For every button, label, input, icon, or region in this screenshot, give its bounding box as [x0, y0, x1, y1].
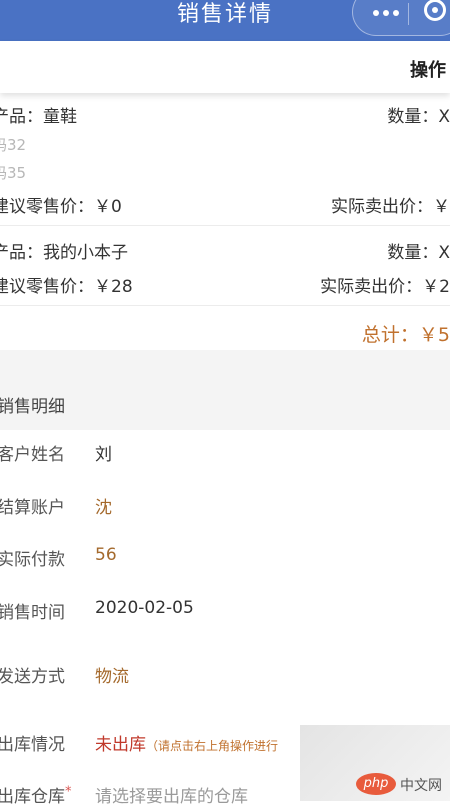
field-label-shipping: 发送方式	[0, 667, 65, 687]
actual-price: 实际卖出价：￥	[331, 197, 450, 217]
watermark-text: 中文网	[400, 778, 442, 794]
field-label-sale-time: 销售时间	[0, 603, 65, 623]
capsule-divider	[408, 3, 409, 25]
mini-program-capsule	[352, 0, 450, 36]
product-size: 码35	[0, 164, 27, 182]
field-value-sale-time: 2020-02-05	[95, 598, 194, 618]
field-label-outbound: 出库情况	[0, 735, 65, 755]
product-quantity: 数量：X	[387, 107, 450, 127]
section-title: 销售明细	[0, 397, 65, 417]
divider	[0, 225, 450, 226]
suggested-price: 建议零售价：￥28	[0, 277, 133, 297]
outbound-status: 未出库	[95, 735, 146, 755]
field-value-customer: 刘	[95, 445, 112, 465]
field-label-payment: 实际付款	[0, 550, 65, 570]
actual-price: 实际卖出价：￥2	[320, 277, 450, 297]
field-label-customer: 客户姓名	[0, 445, 65, 465]
field-label-warehouse: 出库仓库*	[0, 782, 72, 807]
watermark: php 中文网	[300, 725, 450, 801]
divider	[0, 305, 450, 306]
product-name: 产品：童鞋	[0, 107, 77, 127]
outbound-hint: （请点击右上角操作进行	[146, 739, 279, 753]
product-quantity: 数量：X	[387, 243, 450, 263]
warehouse-label-text: 出库仓库	[0, 787, 65, 807]
action-bar: 操作	[0, 41, 450, 93]
order-total: 总计：￥5	[361, 324, 450, 346]
operate-button[interactable]: 操作	[410, 56, 446, 82]
nav-bar: 销售详情	[0, 0, 450, 41]
required-mark: *	[65, 784, 72, 800]
product-name: 产品：我的小本子	[0, 243, 128, 263]
target-circle-icon[interactable]	[424, 0, 446, 21]
field-value-payment: 56	[95, 545, 117, 565]
product-size: 码32	[0, 136, 27, 154]
suggested-price: 建议零售价：￥0	[0, 197, 122, 217]
warehouse-select[interactable]: 请选择要出库的仓库	[95, 782, 248, 807]
field-value-account: 沈	[95, 498, 112, 518]
field-value-outbound: 未出库（请点击右上角操作进行	[95, 730, 278, 755]
more-dots-icon[interactable]	[373, 8, 403, 18]
field-label-account: 结算账户	[0, 498, 65, 518]
section-header	[0, 350, 450, 430]
field-value-shipping: 物流	[95, 667, 129, 687]
php-logo: php	[356, 773, 396, 795]
